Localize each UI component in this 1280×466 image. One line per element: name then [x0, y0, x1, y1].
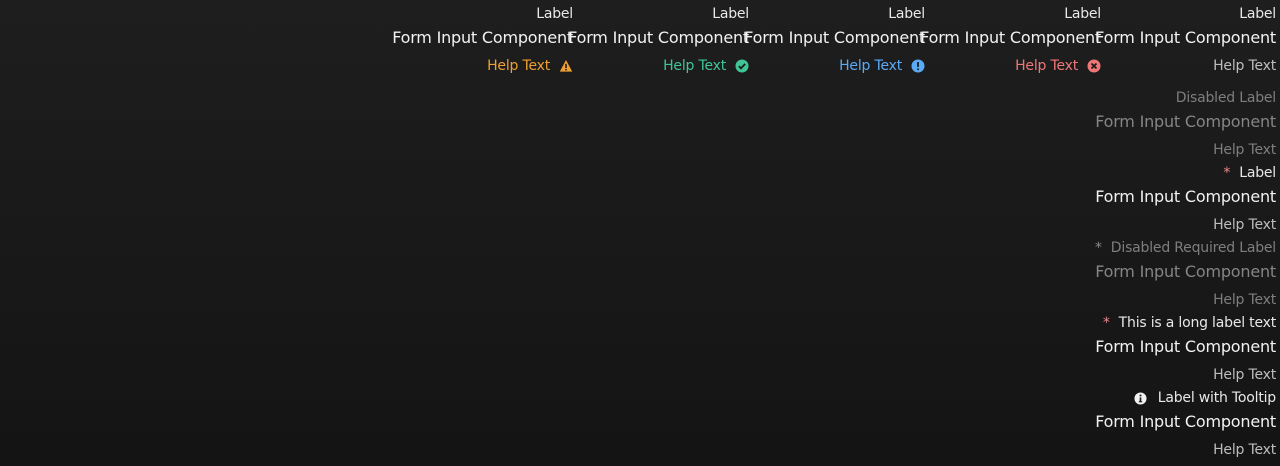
form-field-tooltip: Label with Tooltip Form Input Component …: [1095, 388, 1276, 463]
form-input-success[interactable]: Form Input Component: [568, 24, 749, 52]
help-text: Help Text: [1213, 136, 1276, 163]
required-asterisk: *: [1102, 315, 1110, 331]
help-text: Help Text: [1213, 211, 1276, 238]
help-text: Help Text: [1213, 436, 1276, 463]
field-label-text: Label with Tooltip: [1157, 390, 1276, 406]
help-text-info: Help Text: [839, 52, 925, 79]
help-text-label: Help Text: [487, 57, 550, 74]
field-label: Label: [1239, 4, 1276, 24]
field-label: Disabled Label: [1176, 88, 1276, 108]
form-input-disabled: Form Input Component: [1095, 112, 1276, 131]
form-input-info[interactable]: Form Input Component: [744, 24, 925, 52]
help-text: Help Text: [1213, 286, 1276, 313]
info-circle-icon[interactable]: [1134, 391, 1147, 405]
help-text-label: Help Text: [1015, 57, 1078, 74]
help-text-warning: Help Text: [487, 52, 573, 79]
help-text-label: Help Text: [1213, 441, 1276, 458]
form-field-default: Label Form Input Component Help Text: [1095, 4, 1276, 79]
field-label-text: This is a long label text: [1118, 315, 1277, 331]
help-text-label: Help Text: [663, 57, 726, 74]
field-label: * Label: [1223, 163, 1276, 183]
form-field-error: Label Form Input Component Help Text: [920, 4, 1101, 79]
form-input-error[interactable]: Form Input Component: [920, 24, 1101, 52]
help-text-label: Help Text: [839, 57, 902, 74]
field-label-text: Label: [1239, 165, 1276, 181]
help-text-label: Help Text: [1213, 366, 1276, 383]
field-label-text: Disabled Required Label: [1110, 240, 1276, 256]
help-text-label: Help Text: [1213, 291, 1276, 308]
form-input-default[interactable]: Form Input Component: [1095, 24, 1276, 52]
form-field-disabled-required: * Disabled Required Label Form Input Com…: [1095, 238, 1276, 313]
form-field-warning: Label Form Input Component Help Text: [392, 4, 573, 79]
help-text-label: Help Text: [1213, 141, 1276, 158]
help-text: Help Text: [1213, 361, 1276, 388]
form-input-showcase: Label Form Input Component Help Text Lab…: [0, 0, 1280, 466]
help-text-success: Help Text: [663, 52, 749, 79]
form-field-success: Label Form Input Component Help Text: [568, 4, 749, 79]
form-field-required: * Label Form Input Component Help Text: [1095, 163, 1276, 238]
form-input-disabled-required: Form Input Component: [1095, 262, 1276, 281]
help-text-error: Help Text: [1015, 52, 1101, 79]
form-input-required[interactable]: Form Input Component: [1095, 183, 1276, 211]
required-asterisk: *: [1223, 165, 1231, 181]
form-field-long-label: * This is a long label text Form Input C…: [1095, 313, 1276, 388]
field-label: * Disabled Required Label: [1095, 238, 1276, 258]
help-text-label: Help Text: [1213, 57, 1276, 74]
field-label: Label with Tooltip: [1134, 388, 1276, 408]
form-input-long-label[interactable]: Form Input Component: [1095, 333, 1276, 361]
help-text-default: Help Text: [1213, 52, 1276, 79]
help-text-label: Help Text: [1213, 216, 1276, 233]
required-asterisk: *: [1094, 240, 1102, 256]
form-field-info: Label Form Input Component Help Text: [744, 4, 925, 79]
form-input-tooltip[interactable]: Form Input Component: [1095, 408, 1276, 436]
form-field-disabled: Disabled Label Form Input Component Help…: [1095, 88, 1276, 163]
field-label-text: Disabled Label: [1175, 90, 1276, 106]
field-label-text: Label: [1239, 6, 1276, 22]
form-input-warning[interactable]: Form Input Component: [392, 24, 573, 52]
field-label: * This is a long label text: [1103, 313, 1276, 333]
